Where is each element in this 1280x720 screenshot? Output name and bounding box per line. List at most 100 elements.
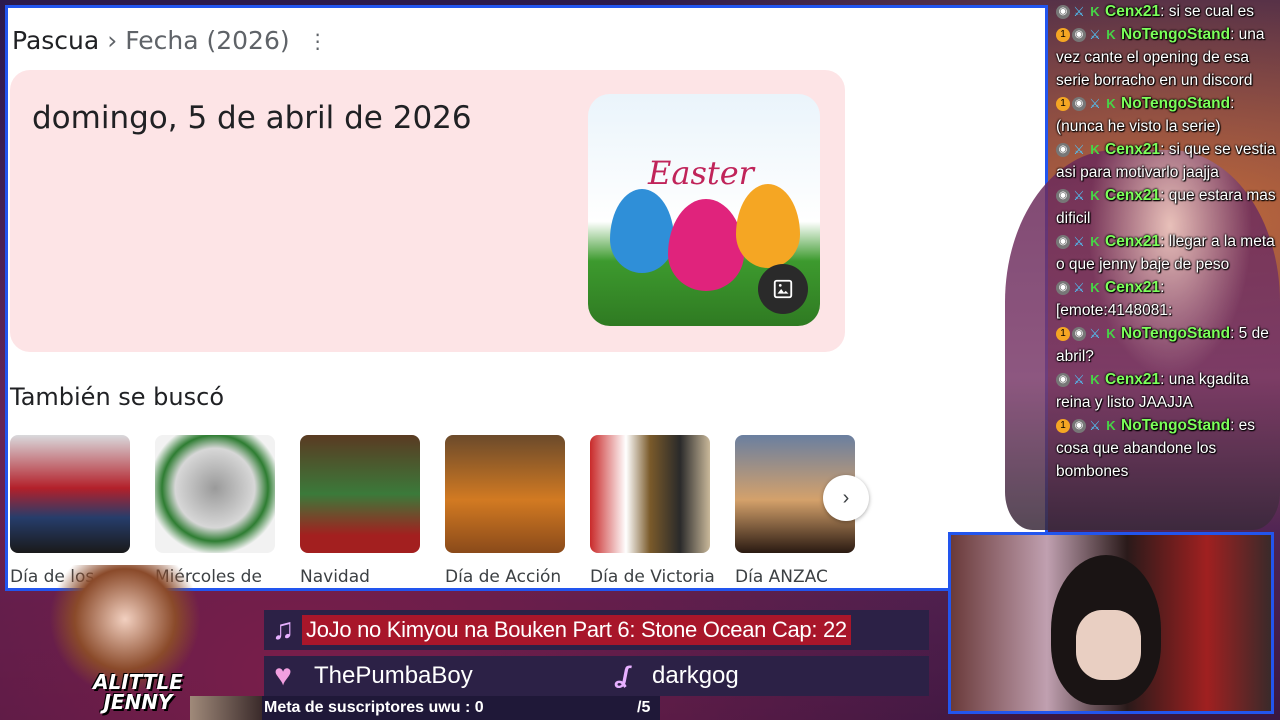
chat-message: 1 ◉ ⚔ K NoTengoStand: es cosa que abandone l… <box>1054 414 1280 483</box>
latest-donor: darkgog <box>652 662 739 689</box>
heart-icon: ♥ <box>274 659 292 692</box>
k-badge-icon: K <box>1090 233 1100 249</box>
chat-username[interactable]: Cenx21 <box>1105 233 1160 250</box>
mod-badge-icon: ◉ <box>1056 234 1070 249</box>
breadcrumb-pascua[interactable]: Pascua <box>12 26 99 55</box>
related-image <box>155 435 275 553</box>
chat-badges: 1 ◉ ⚔ K <box>1056 417 1118 433</box>
vip-badge-icon: ⚔ <box>1073 371 1085 387</box>
sub-goal-max: /5 <box>637 699 651 716</box>
carousel-next-button[interactable]: › <box>823 475 869 521</box>
chat-message: 1 ◉ ⚔ K NoTengoStand: (nunca he visto la ser… <box>1054 92 1280 138</box>
related-label: Día de Victoria <box>590 567 715 587</box>
chat-username[interactable]: Cenx21 <box>1105 141 1160 158</box>
k-badge-icon: K <box>1090 187 1100 203</box>
chat-text: : si se cual es <box>1160 3 1255 20</box>
alerts-bar: ♥ ThePumbaBoy ʆ darkgog <box>264 656 929 696</box>
music-note-icon: ♫ <box>271 613 295 646</box>
easter-image-text: Easter <box>648 154 754 192</box>
now-playing-title: JoJo no Kimyou na Bouken Part 6: Stone O… <box>302 615 851 645</box>
chat-message: ◉ ⚔ K Cenx21: que estara mas dificil <box>1054 184 1280 230</box>
mod-badge-icon: ◉ <box>1056 142 1070 157</box>
chat-message: ◉ ⚔ K Cenx21: llegar a la meta o que jenny … <box>1054 230 1280 276</box>
image-view-icon[interactable] <box>758 264 808 314</box>
vip-badge-icon: ⚔ <box>1073 141 1085 157</box>
chat-message: 1 ◉ ⚔ K NoTengoStand: una vez cante el openi… <box>1054 23 1280 92</box>
mod-badge-icon: ◉ <box>1072 326 1086 341</box>
k-badge-icon: K <box>1090 3 1100 19</box>
sub-badge-icon: 1 <box>1056 418 1070 433</box>
chat-badges: 1 ◉ ⚔ K <box>1056 325 1118 341</box>
related-item[interactable]: Día de Victoria <box>590 435 715 587</box>
date-answer-card: domingo, 5 de abril de 2026 Easter <box>10 70 845 352</box>
vip-badge-icon: ⚔ <box>1089 325 1101 341</box>
chat-username[interactable]: NoTengoStand <box>1121 325 1230 342</box>
mod-badge-icon: ◉ <box>1056 280 1070 295</box>
related-item[interactable]: Navidad <box>300 435 420 587</box>
related-label: Día ANZAC <box>735 567 828 587</box>
related-label: Navidad <box>300 567 370 587</box>
vip-badge-icon: ⚔ <box>1089 95 1101 111</box>
blue-egg <box>610 189 674 273</box>
vip-badge-icon: ⚔ <box>1073 279 1085 295</box>
orange-egg <box>736 184 800 268</box>
breadcrumb-fecha[interactable]: Fecha (2026) <box>125 26 289 55</box>
mascot-logo: ALITTLE JENNY <box>93 670 183 714</box>
more-options-icon[interactable]: ⋮ <box>308 29 328 53</box>
related-item[interactable]: Día de Acción <box>445 435 565 587</box>
sub-badge-icon: 1 <box>1056 96 1070 111</box>
related-label: Día de Acción <box>445 567 562 587</box>
related-image <box>590 435 710 553</box>
chat-badges: ◉ ⚔ K <box>1056 371 1102 387</box>
webcam-feed <box>948 532 1274 714</box>
chat-username[interactable]: Cenx21 <box>1105 279 1160 296</box>
vip-badge-icon: ⚔ <box>1073 187 1085 203</box>
k-badge-icon: K <box>1090 141 1100 157</box>
goal-thumbnail <box>190 696 262 720</box>
browser-capture: Pascua › Fecha (2026) ⋮ domingo, 5 de ab… <box>5 5 1048 591</box>
chat-message: 1 ◉ ⚔ K NoTengoStand: 5 de abril? <box>1054 322 1280 368</box>
chat-message: ◉ ⚔ K Cenx21: si se cual es <box>1054 0 1280 23</box>
mod-badge-icon: ◉ <box>1072 27 1086 42</box>
k-badge-icon: K <box>1106 417 1116 433</box>
related-image <box>10 435 130 553</box>
chat-username[interactable]: NoTengoStand <box>1121 95 1230 112</box>
chat-username[interactable]: NoTengoStand <box>1121 417 1230 434</box>
vip-badge-icon: ⚔ <box>1073 3 1085 19</box>
vip-badge-icon: ⚔ <box>1073 233 1085 249</box>
sub-badge-icon: 1 <box>1056 27 1070 42</box>
mod-badge-icon: ◉ <box>1072 418 1086 433</box>
chat-badges: 1 ◉ ⚔ K <box>1056 95 1118 111</box>
chat-username[interactable]: Cenx21 <box>1105 187 1160 204</box>
mod-badge-icon: ◉ <box>1056 188 1070 203</box>
sub-goal-label: Meta de suscriptores uwu : 0 <box>264 699 484 716</box>
breadcrumb: Pascua › Fecha (2026) ⋮ <box>12 26 328 55</box>
k-badge-icon: K <box>1106 95 1116 111</box>
k-badge-icon: K <box>1090 279 1100 295</box>
k-badge-icon: K <box>1106 325 1116 341</box>
related-image <box>300 435 420 553</box>
donor-icon: ʆ <box>616 662 630 689</box>
pink-egg <box>668 199 744 291</box>
breadcrumb-separator: › <box>107 26 118 55</box>
vip-badge-icon: ⚔ <box>1089 417 1101 433</box>
mod-badge-icon: ◉ <box>1056 372 1070 387</box>
streamer-face <box>1076 610 1141 680</box>
chat-overlay: ◉ ⚔ K Cenx21: si se cual es 1 ◉ ⚔ K NoTengoStand… <box>1054 0 1280 530</box>
mod-badge-icon: ◉ <box>1072 96 1086 111</box>
sub-goal-bar: Meta de suscriptores uwu : 0 <box>190 696 660 720</box>
chat-badges: ◉ ⚔ K <box>1056 141 1102 157</box>
chat-username[interactable]: NoTengoStand <box>1121 26 1230 43</box>
chat-badges: ◉ ⚔ K <box>1056 3 1102 19</box>
also-searched-heading: También se buscó <box>10 383 225 411</box>
chat-username[interactable]: Cenx21 <box>1105 371 1160 388</box>
mod-badge-icon: ◉ <box>1056 4 1070 19</box>
chat-badges: 1 ◉ ⚔ K <box>1056 26 1118 42</box>
sub-badge-icon: 1 <box>1056 326 1070 341</box>
chat-username[interactable]: Cenx21 <box>1105 3 1160 20</box>
chat-message: ◉ ⚔ K Cenx21: una kgadita reina y listo JAA… <box>1054 368 1280 414</box>
easter-image[interactable]: Easter <box>588 94 820 326</box>
k-badge-icon: K <box>1106 26 1116 42</box>
chat-badges: ◉ ⚔ K <box>1056 187 1102 203</box>
vip-badge-icon: ⚔ <box>1089 26 1101 42</box>
